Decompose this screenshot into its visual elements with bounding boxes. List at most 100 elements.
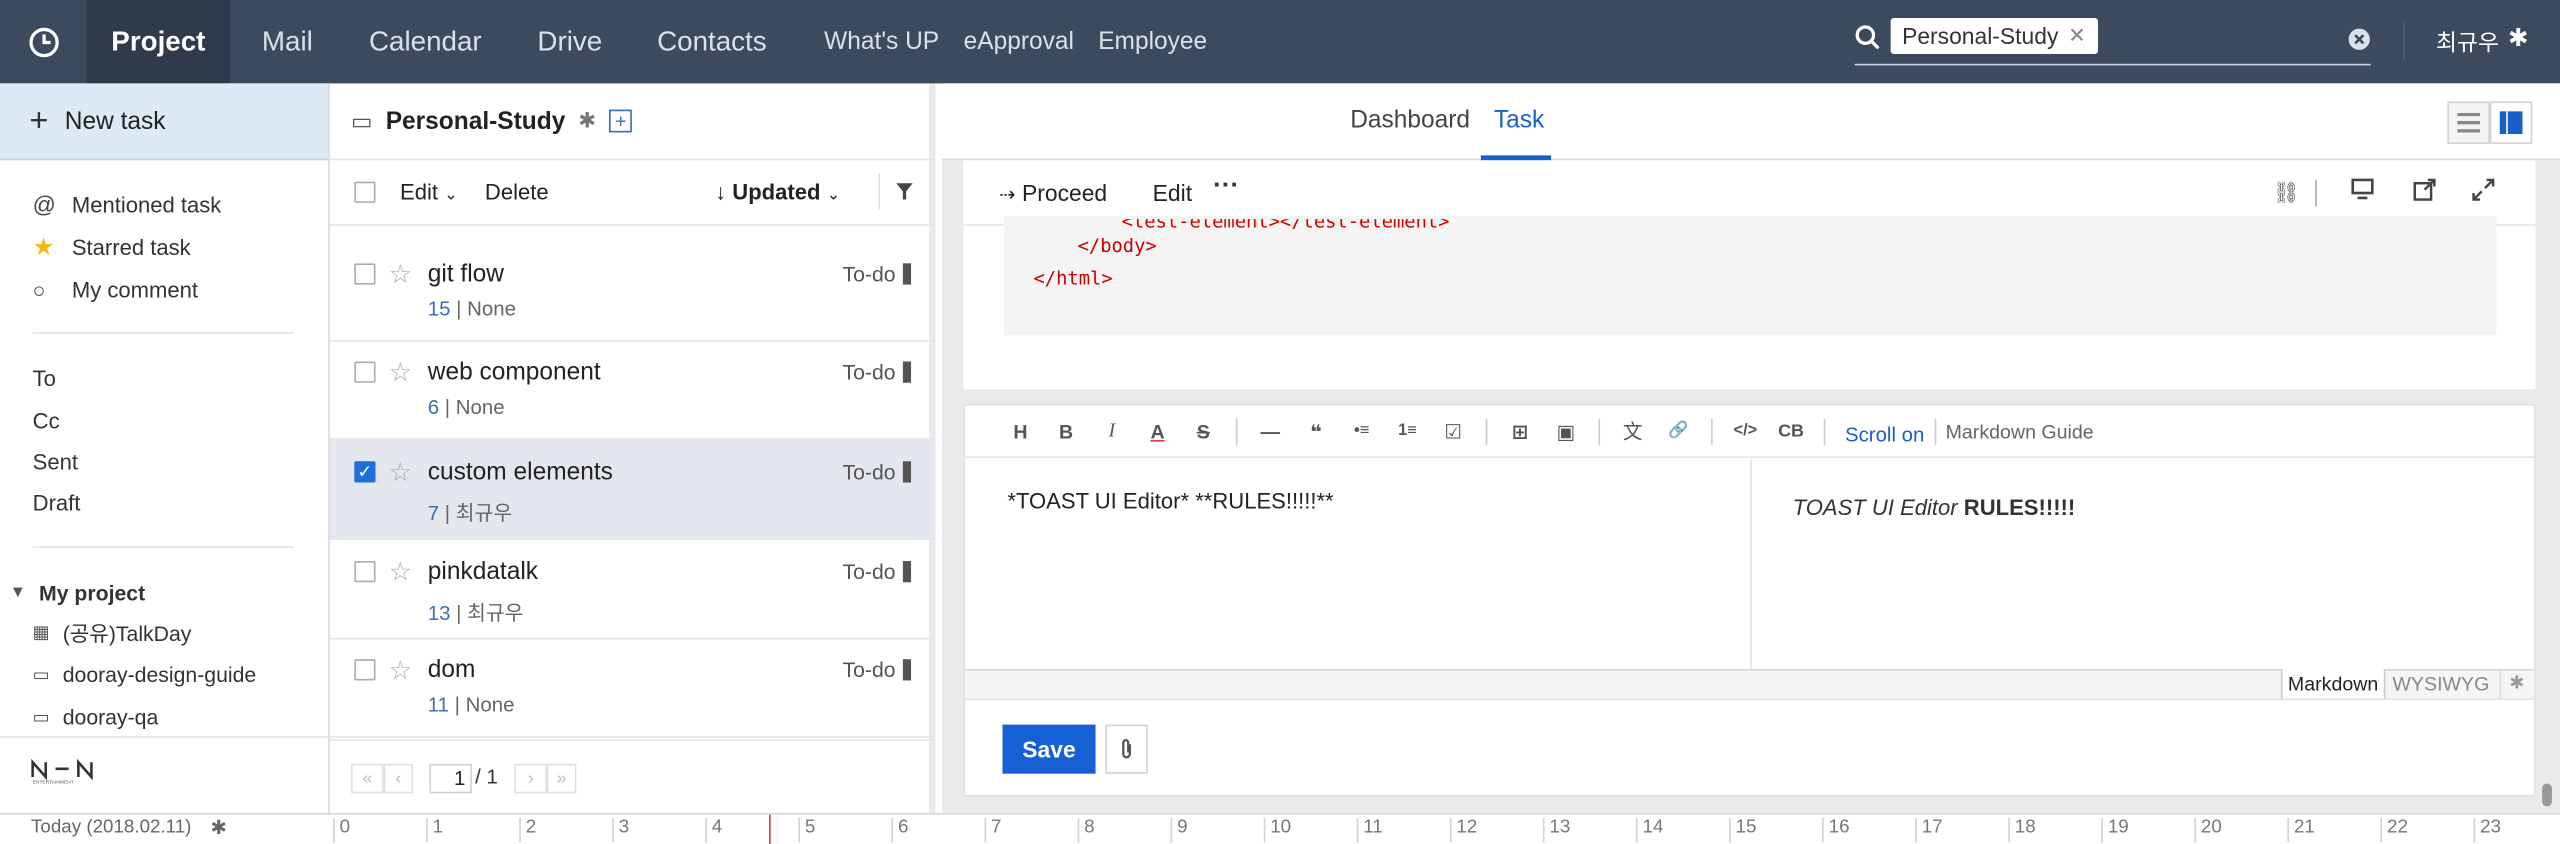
star-icon[interactable]: ☆ <box>389 258 412 291</box>
clear-search-icon[interactable] <box>2348 28 2371 51</box>
split-view-icon[interactable] <box>2489 101 2533 144</box>
filter-mentioned-task[interactable]: @ Mentioned task <box>33 188 222 221</box>
nav-contacts[interactable]: Contacts <box>637 0 787 83</box>
filter-icon[interactable] <box>895 182 915 202</box>
code-block-icon[interactable]: CB <box>1768 413 1814 449</box>
heading-icon[interactable]: H <box>998 413 1044 449</box>
task-list-icon[interactable]: ☑ <box>1430 413 1476 449</box>
tab-task[interactable]: Task <box>1494 106 1544 134</box>
project-settings-gear-icon[interactable]: ✱ <box>578 108 596 134</box>
task-title[interactable]: dom <box>428 656 476 684</box>
add-member-icon[interactable]: + <box>609 109 633 133</box>
link-icon[interactable]: 🔗 <box>1656 413 1702 449</box>
strike-icon[interactable]: S <box>1180 413 1226 449</box>
mailbox-draft[interactable]: Draft <box>33 486 81 519</box>
edit-dropdown[interactable]: Edit ⌄ <box>400 180 458 205</box>
mailbox-to[interactable]: To <box>33 361 56 394</box>
timeline-settings-gear-icon[interactable]: ✱ <box>211 816 227 839</box>
chip-close-icon[interactable]: ✕ <box>2068 23 2086 49</box>
delete-button[interactable]: Delete <box>485 180 549 205</box>
task-checkbox[interactable] <box>354 561 376 583</box>
filter-my-comment[interactable]: ○ My comment <box>33 273 198 306</box>
image-icon[interactable]: ▣ <box>1543 413 1589 449</box>
filter-starred-task[interactable]: ★ Starred task <box>33 231 191 264</box>
bold-icon[interactable]: B <box>1043 413 1089 449</box>
table-icon[interactable]: ⊞ <box>1497 413 1543 449</box>
user-name[interactable]: 최규우 <box>2436 26 2499 59</box>
star-icon[interactable]: ☆ <box>389 357 412 390</box>
italic-icon[interactable]: I <box>1089 413 1135 449</box>
task-title[interactable]: custom elements <box>428 458 613 486</box>
attach-file-button[interactable] <box>1105 724 1148 774</box>
nav-employee[interactable]: Employee <box>1091 0 1215 83</box>
edit-label: Edit <box>400 179 438 205</box>
scrollbar-thumb[interactable] <box>2542 783 2552 807</box>
search-project-chip[interactable]: Personal-Study ✕ <box>1890 17 2098 54</box>
first-page-button[interactable]: « <box>351 763 384 794</box>
task-title[interactable]: git flow <box>428 260 504 288</box>
scroll-sync-toggle[interactable]: Scroll on <box>1845 423 1924 446</box>
mailbox-sent[interactable]: Sent <box>33 445 78 478</box>
nav-drive[interactable]: Drive <box>506 0 633 83</box>
link-icon[interactable]: ⛓ <box>2273 180 2300 206</box>
star-icon[interactable]: ☆ <box>389 654 412 687</box>
proceed-button[interactable]: ⇢ Proceed <box>999 180 1107 206</box>
page-number-input[interactable]: 1 <box>429 763 472 794</box>
sort-dropdown[interactable]: ↓ Updated ⌄ <box>715 180 840 205</box>
task-title[interactable]: pinkdatalk <box>428 558 538 586</box>
horizontal-rule-icon[interactable]: — <box>1247 413 1293 449</box>
select-all-checkbox[interactable] <box>354 181 376 203</box>
mailbox-cc[interactable]: Cc <box>33 404 60 437</box>
nav-calendar[interactable]: Calendar <box>348 0 503 83</box>
task-checkbox[interactable] <box>354 263 376 285</box>
task-row[interactable]: ☆ web component 6 | None To-do <box>329 340 936 441</box>
last-page-button[interactable]: » <box>546 763 577 794</box>
task-checkbox[interactable] <box>354 659 376 681</box>
nav-whats-up[interactable]: What's UP <box>816 0 947 83</box>
project-item-design-guide[interactable]: ▭ dooray-design-guide <box>33 658 257 691</box>
code-icon[interactable]: </> <box>1722 413 1768 449</box>
markdown-guide-link[interactable]: Markdown Guide <box>1946 420 2094 443</box>
nav-mail[interactable]: Mail <box>230 0 344 83</box>
expand-icon[interactable] <box>2472 178 2495 209</box>
global-search-input[interactable]: Personal-Study ✕ <box>1854 16 2371 66</box>
task-status: To-do <box>842 657 896 683</box>
my-project-heading[interactable]: ▼ My project <box>10 576 145 609</box>
ordered-list-icon[interactable]: 1≡ <box>1385 413 1431 449</box>
briefcase-icon: ▭ <box>32 664 50 685</box>
task-checkbox[interactable] <box>354 361 376 383</box>
save-button[interactable]: Save <box>1002 724 1096 774</box>
task-row-selected[interactable]: ✓ ☆ custom elements 7 | 최규우 To-do <box>329 440 936 540</box>
nav-eapproval[interactable]: eApproval <box>955 0 1082 83</box>
task-row[interactable]: ☆ pinkdatalk 13 | 최규우 To-do <box>329 540 936 640</box>
star-icon[interactable]: ☆ <box>389 556 412 589</box>
list-view-icon[interactable] <box>2447 101 2490 144</box>
markdown-mode-tab[interactable]: Markdown <box>2280 669 2386 701</box>
task-checkbox-checked[interactable]: ✓ <box>354 461 376 483</box>
monitor-icon[interactable] <box>2351 178 2374 207</box>
edit-button[interactable]: Edit <box>1153 180 1192 206</box>
quote-icon[interactable]: ❝ <box>1293 413 1339 449</box>
prev-page-button[interactable]: ‹ <box>383 763 414 794</box>
translate-icon[interactable]: 文 <box>1610 413 1656 449</box>
action-divider <box>2315 179 2317 207</box>
text-color-icon[interactable]: A <box>1135 413 1181 449</box>
task-title[interactable]: web component <box>428 358 601 386</box>
star-icon[interactable]: ☆ <box>389 456 412 489</box>
new-task-button[interactable]: + New task <box>0 83 329 161</box>
project-item-dooray-qa[interactable]: ▭ dooray-qa <box>33 700 159 733</box>
nav-project[interactable]: Project <box>86 0 231 84</box>
next-page-button[interactable]: › <box>514 763 547 794</box>
more-options-icon[interactable]: ··· <box>1213 172 1239 201</box>
task-row[interactable]: ☆ dom 11 | None To-do <box>329 638 936 738</box>
tab-dashboard[interactable]: Dashboard <box>1350 106 1470 134</box>
clock-logo-icon[interactable] <box>0 0 87 83</box>
task-row[interactable]: ☆ git flow 15 | None To-do <box>329 242 936 342</box>
bullet-list-icon[interactable]: •≡ <box>1339 413 1385 449</box>
open-new-window-icon[interactable] <box>2413 178 2436 209</box>
user-settings-gear-icon[interactable]: ✱ <box>2508 23 2529 53</box>
editor-settings-gear-icon[interactable]: ✱ <box>2499 670 2533 699</box>
project-item-talkday[interactable]: ▦ (공유)TalkDay <box>33 615 192 648</box>
wysiwyg-mode-tab[interactable]: WYSIWYG <box>2385 669 2496 700</box>
markdown-input[interactable]: *TOAST UI Editor* **RULES!!!!!** <box>965 459 1752 670</box>
